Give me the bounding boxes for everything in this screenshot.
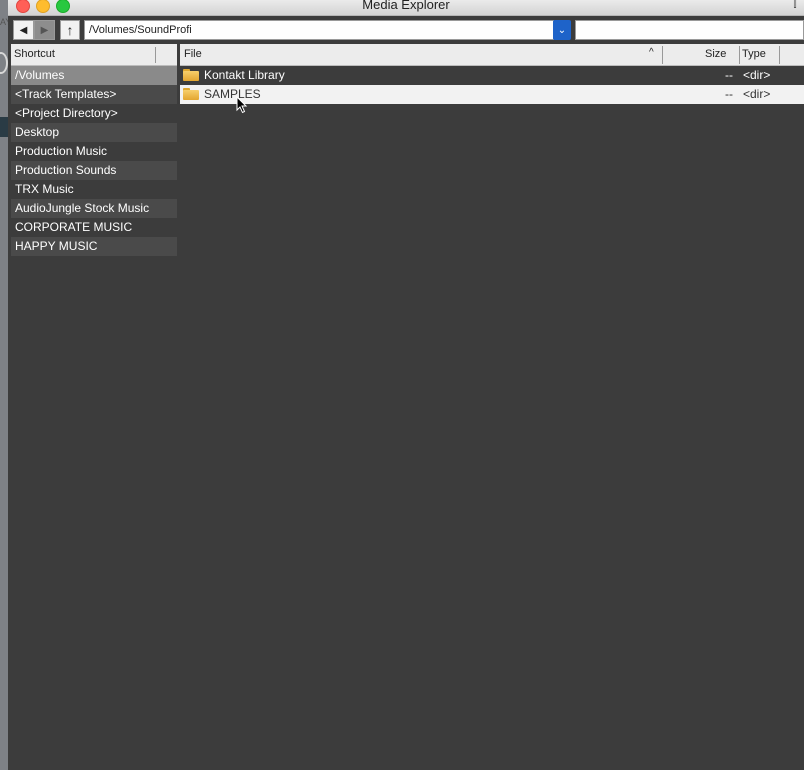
column-divider[interactable] [662,46,663,64]
shortcut-item[interactable]: /Volumes [11,66,177,85]
folder-icon [183,69,199,81]
shortcut-item[interactable]: <Project Directory> [11,104,177,123]
file-type: <dir> [743,68,771,82]
up-arrow-icon: ↑ [66,22,74,38]
background-app-strip: AY [0,0,11,770]
file-size: -- [725,68,733,82]
window-title: Media Explorer [362,0,450,12]
file-row[interactable]: SAMPLES -- <dir> [180,85,804,104]
size-column-header[interactable]: Size [705,48,726,60]
shortcut-column-header[interactable]: Shortcut [11,44,177,66]
shortcut-item[interactable]: Production Sounds [11,161,177,180]
column-divider[interactable] [779,46,780,64]
shortcut-sidebar: Shortcut /Volumes <Track Templates> <Pro… [8,44,177,770]
file-list-header: File ^ Size Type [180,44,804,66]
file-list-pane: File ^ Size Type Kontakt Library -- <dir… [180,44,804,770]
background-app-block [0,117,8,137]
shortcut-item[interactable]: AudioJungle Stock Music [11,199,177,218]
file-size: -- [725,87,733,101]
parent-folder-button[interactable]: ↑ [60,20,80,40]
folder-icon [183,88,199,100]
column-divider[interactable] [739,46,740,64]
type-column-header[interactable]: Type [742,48,766,60]
pin-icon[interactable]: ⫿ [788,0,802,12]
shortcut-list: /Volumes <Track Templates> <Project Dire… [11,66,177,256]
column-divider[interactable] [155,47,156,63]
background-knob-icon [0,52,8,74]
forward-arrow-icon: ▶ [40,24,49,36]
shortcut-item[interactable]: Desktop [11,123,177,142]
shortcut-item[interactable]: Production Music [11,142,177,161]
file-type: <dir> [743,87,771,101]
shortcut-item[interactable]: <Track Templates> [11,85,177,104]
sort-ascending-icon: ^ [649,47,654,58]
shortcut-header-label: Shortcut [14,48,55,60]
file-name: Kontakt Library [204,68,285,82]
toolbar: ◀ ▶ ↑ /Volumes/SoundProfi ⌄ [8,16,804,44]
shortcut-item[interactable]: TRX Music [11,180,177,199]
back-arrow-icon: ◀ [19,24,28,36]
file-name: SAMPLES [204,87,261,101]
shortcut-item[interactable]: HAPPY MUSIC [11,237,177,256]
search-input[interactable] [575,20,804,40]
title-bar: Media Explorer ⫿ [8,0,804,16]
forward-button[interactable]: ▶ [34,20,55,40]
file-list: Kontakt Library -- <dir> SAMPLES -- <dir… [180,66,804,104]
shortcut-item[interactable]: CORPORATE MUSIC [11,218,177,237]
mouse-pointer-icon [236,96,248,114]
back-button[interactable]: ◀ [13,20,34,40]
chevron-down-icon: ⌄ [557,24,567,36]
file-row[interactable]: Kontakt Library -- <dir> [180,66,804,85]
file-column-header[interactable]: File [184,48,202,60]
path-input[interactable]: /Volumes/SoundProfi [84,20,554,40]
path-history-dropdown[interactable]: ⌄ [553,20,571,40]
